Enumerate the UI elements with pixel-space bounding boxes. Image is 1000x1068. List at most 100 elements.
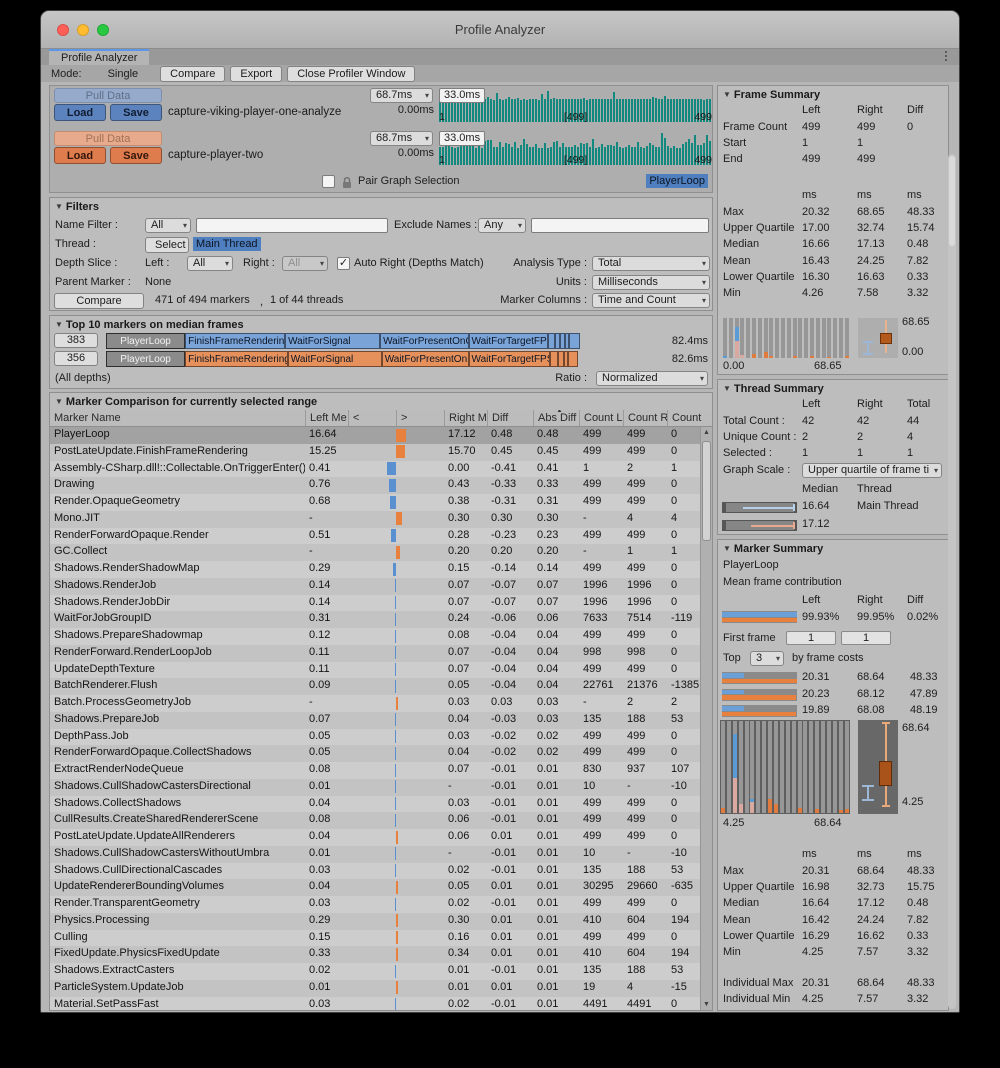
first-frame-right-button[interactable]: 1 <box>841 631 891 645</box>
table-row[interactable]: WaitForJobGroupID0.310.24-0.060.06763375… <box>50 611 700 628</box>
scrollbar-thumb[interactable] <box>702 441 711 541</box>
marker-segment[interactable]: WaitForSignal <box>285 333 380 349</box>
table-row[interactable]: Culling0.150.160.010.014994990 <box>50 930 700 947</box>
table-row[interactable]: GC.Collect-0.200.200.20-11 <box>50 544 700 561</box>
name-filter-input[interactable] <box>196 218 388 233</box>
table-row[interactable]: Shadows.RenderShadowMap0.290.15-0.140.14… <box>50 561 700 578</box>
column-header-diff[interactable]: Diff <box>487 410 533 426</box>
zoom-window-icon[interactable] <box>97 24 109 36</box>
table-scrollbar[interactable]: ▲ ▼ <box>700 427 712 1010</box>
table-row[interactable]: Drawing0.760.43-0.330.334994990 <box>50 477 700 494</box>
units-dropdown[interactable]: Milliseconds▾ <box>592 275 710 290</box>
table-row[interactable]: ExtractRenderNodeQueue0.080.07-0.010.018… <box>50 762 700 779</box>
mode-export-button[interactable]: Export <box>230 66 282 82</box>
filters-header[interactable]: ▼Filters <box>50 198 712 215</box>
top10-marker-bar[interactable]: PlayerLoopFinishFrameRenderingWaitForSig… <box>106 333 652 349</box>
marker-comparison-header[interactable]: ▼Marker Comparison for currently selecte… <box>50 393 712 410</box>
column-header-left-me[interactable]: Left Me <box>305 410 348 426</box>
compare-button[interactable]: Compare <box>54 293 144 309</box>
first-frame-left-button[interactable]: 1 <box>786 631 836 645</box>
marker-segment[interactable]: WaitForPresentOnG <box>380 333 468 349</box>
table-row[interactable]: Render.OpaqueGeometry0.680.38-0.310.3149… <box>50 494 700 511</box>
marker-segment[interactable]: WaitForSignal <box>288 351 382 367</box>
marker-histogram[interactable] <box>721 721 849 813</box>
table-row[interactable]: Assembly-CSharp.dll!::Collectable.OnTrig… <box>50 461 700 478</box>
table-row[interactable]: Shadows.PrepareJob0.070.04-0.030.0313518… <box>50 712 700 729</box>
column-header-abs-diff[interactable]: Abs Diff▲ <box>533 410 579 426</box>
table-row[interactable]: Material.SetPassFast0.030.02-0.010.01449… <box>50 997 700 1011</box>
column-header-count-l[interactable]: Count L <box>579 410 623 426</box>
marker-segment[interactable]: WaitForTargetFPS <box>469 333 549 349</box>
pair-graph-checkbox[interactable] <box>322 175 335 188</box>
marker-sliver[interactable] <box>568 351 578 367</box>
table-row[interactable]: PlayerLoop16.6417.120.480.484994990 <box>50 427 700 444</box>
column-header--[interactable]: > <box>396 410 444 426</box>
marker-columns-dropdown[interactable]: Time and Count▾ <box>592 293 710 308</box>
table-row[interactable]: Shadows.ExtractCasters0.020.01-0.010.011… <box>50 963 700 980</box>
column-header-count-d[interactable]: Count D <box>667 410 702 426</box>
table-row[interactable]: PostLateUpdate.FinishFrameRendering15.25… <box>50 444 700 461</box>
save-button[interactable]: Save <box>110 147 162 164</box>
tab-profile-analyzer[interactable]: Profile Analyzer <box>49 49 149 65</box>
pull-data-button[interactable]: Pull Data <box>54 88 162 103</box>
table-row[interactable]: FixedUpdate.PhysicsFixedUpdate0.330.340.… <box>50 946 700 963</box>
table-row[interactable]: RenderForward.RenderLoopJob0.110.07-0.04… <box>50 645 700 662</box>
frame-number-button[interactable]: 356 <box>54 351 98 366</box>
top-n-dropdown[interactable]: 3▾ <box>750 651 784 666</box>
column-header-marker-name[interactable]: Marker Name <box>50 410 305 426</box>
frame-summary-header[interactable]: ▼Frame Summary <box>718 86 948 103</box>
pull-data-button[interactable]: Pull Data <box>54 131 162 146</box>
table-row[interactable]: Batch.ProcessGeometryJob-0.030.030.03-22 <box>50 695 700 712</box>
column-header--[interactable]: < <box>348 410 396 426</box>
table-row[interactable]: Shadows.PrepareShadowmap0.120.08-0.040.0… <box>50 628 700 645</box>
table-row[interactable]: Shadows.CullShadowCastersWithoutUmbra0.0… <box>50 846 700 863</box>
name-filter-mode-dropdown[interactable]: All▾ <box>145 218 191 233</box>
top10-header[interactable]: ▼Top 10 markers on median frames <box>50 316 712 333</box>
table-row[interactable]: Shadows.CullShadowCastersDirectional0.01… <box>50 779 700 796</box>
column-header-count-r[interactable]: Count R <box>623 410 667 426</box>
exclude-mode-dropdown[interactable]: Any▾ <box>478 218 526 233</box>
table-row[interactable]: ParticleSystem.UpdateJob0.010.010.010.01… <box>50 980 700 997</box>
ratio-dropdown[interactable]: Normalized▾ <box>596 371 708 386</box>
save-button[interactable]: Save <box>110 104 162 121</box>
table-row[interactable]: Render.TransparentGeometry0.030.02-0.010… <box>50 896 700 913</box>
window-scrollbar-thumb[interactable] <box>949 156 955 246</box>
marker-segment[interactable]: PlayerLoop <box>106 351 185 367</box>
median-column-header[interactable]: Median <box>802 483 857 499</box>
frame-boxplot[interactable] <box>858 318 898 358</box>
table-row[interactable]: RenderForwardOpaque.CollectShadows0.050.… <box>50 745 700 762</box>
marker-segment[interactable]: FinishFrameRendering <box>185 333 285 349</box>
table-row[interactable]: UpdateRendererBoundingVolumes0.040.050.0… <box>50 879 700 896</box>
threshold-marker-box[interactable]: 33.0ms <box>439 131 485 146</box>
mode-compare-button[interactable]: Compare <box>160 66 225 82</box>
close-window-icon[interactable] <box>57 24 69 36</box>
mode-close-profiler-window-button[interactable]: Close Profiler Window <box>287 66 415 82</box>
top10-marker-bar[interactable]: PlayerLoopFinishFrameRenderingWaitForSig… <box>106 351 652 367</box>
kebab-menu-icon[interactable] <box>945 51 947 61</box>
table-row[interactable]: CullResults.CreateSharedRendererScene0.0… <box>50 812 700 829</box>
table-row[interactable]: Shadows.CollectShadows0.040.03-0.010.014… <box>50 796 700 813</box>
frame-number-button[interactable]: 383 <box>54 333 98 348</box>
table-row[interactable]: Shadows.RenderJobDir0.140.07-0.070.07199… <box>50 595 700 612</box>
threshold-marker-box[interactable]: 33.0ms <box>439 88 485 103</box>
range-dropdown[interactable]: 68.7ms▾ <box>370 131 433 146</box>
load-button[interactable]: Load <box>54 104 106 121</box>
table-row[interactable]: UpdateDepthTexture0.110.07-0.040.0449949… <box>50 662 700 679</box>
table-row[interactable]: PostLateUpdate.UpdateAllRenderers0.040.0… <box>50 829 700 846</box>
frame-histogram[interactable] <box>723 318 849 358</box>
auto-right-checkbox[interactable]: ✓ <box>337 257 350 270</box>
mode-single-toggle[interactable]: Single <box>96 68 161 80</box>
marker-segment[interactable]: PlayerLoop <box>106 333 185 349</box>
marker-sliver[interactable] <box>569 333 580 349</box>
marker-summary-header[interactable]: ▼Marker Summary <box>718 540 948 557</box>
marker-segment[interactable]: WaitForTargetFPS <box>469 351 551 367</box>
exclude-names-input[interactable] <box>531 218 709 233</box>
depth-left-dropdown[interactable]: All▾ <box>187 256 233 271</box>
column-header-right-m[interactable]: Right M <box>444 410 487 426</box>
scroll-down-icon[interactable]: ▼ <box>701 1001 712 1008</box>
window-scrollbar[interactable] <box>948 154 956 1009</box>
table-row[interactable]: Mono.JIT-0.300.300.30-44 <box>50 511 700 528</box>
marker-segment[interactable]: WaitForPresentOn <box>382 351 469 367</box>
selected-marker-tag[interactable]: PlayerLoop <box>646 174 708 188</box>
range-dropdown[interactable]: 68.7ms▾ <box>370 88 433 103</box>
